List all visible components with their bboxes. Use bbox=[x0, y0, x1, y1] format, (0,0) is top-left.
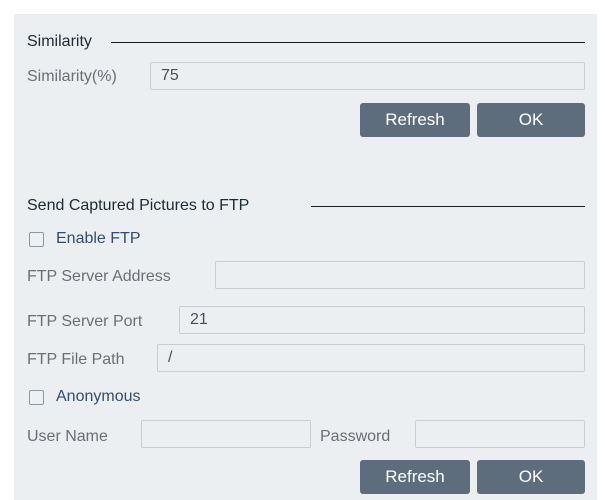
ftp-server-address-input[interactable] bbox=[215, 261, 585, 289]
username-input[interactable] bbox=[141, 420, 311, 448]
ftp-server-port-label: FTP Server Port bbox=[27, 313, 143, 330]
anonymous-checkbox[interactable] bbox=[29, 390, 44, 405]
ftp-ok-button[interactable]: OK bbox=[477, 460, 585, 494]
password-input[interactable] bbox=[415, 420, 585, 448]
similarity-ok-button[interactable]: OK bbox=[477, 103, 585, 137]
enable-ftp-label[interactable]: Enable FTP bbox=[56, 229, 140, 249]
ftp-file-path-input[interactable]: / bbox=[157, 344, 585, 372]
username-label: User Name bbox=[27, 428, 108, 445]
ftp-refresh-button[interactable]: Refresh bbox=[360, 460, 470, 494]
password-label: Password bbox=[320, 428, 391, 445]
anonymous-label[interactable]: Anonymous bbox=[56, 387, 141, 407]
ftp-server-address-label: FTP Server Address bbox=[27, 268, 171, 285]
enable-ftp-checkbox[interactable] bbox=[29, 232, 44, 247]
similarity-label: Similarity(%) bbox=[27, 68, 117, 85]
ftp-file-path-label: FTP File Path bbox=[27, 351, 125, 368]
similarity-refresh-button[interactable]: Refresh bbox=[360, 103, 470, 137]
settings-panel: Similarity Similarity(%) 75 Refresh OK S… bbox=[14, 14, 597, 500]
ftp-section-divider bbox=[311, 206, 585, 207]
similarity-section-divider bbox=[111, 42, 585, 43]
similarity-section-title: Similarity bbox=[27, 33, 92, 50]
ftp-server-port-input[interactable]: 21 bbox=[179, 306, 585, 334]
ftp-section-title: Send Captured Pictures to FTP bbox=[27, 197, 250, 214]
similarity-input[interactable]: 75 bbox=[150, 62, 585, 90]
